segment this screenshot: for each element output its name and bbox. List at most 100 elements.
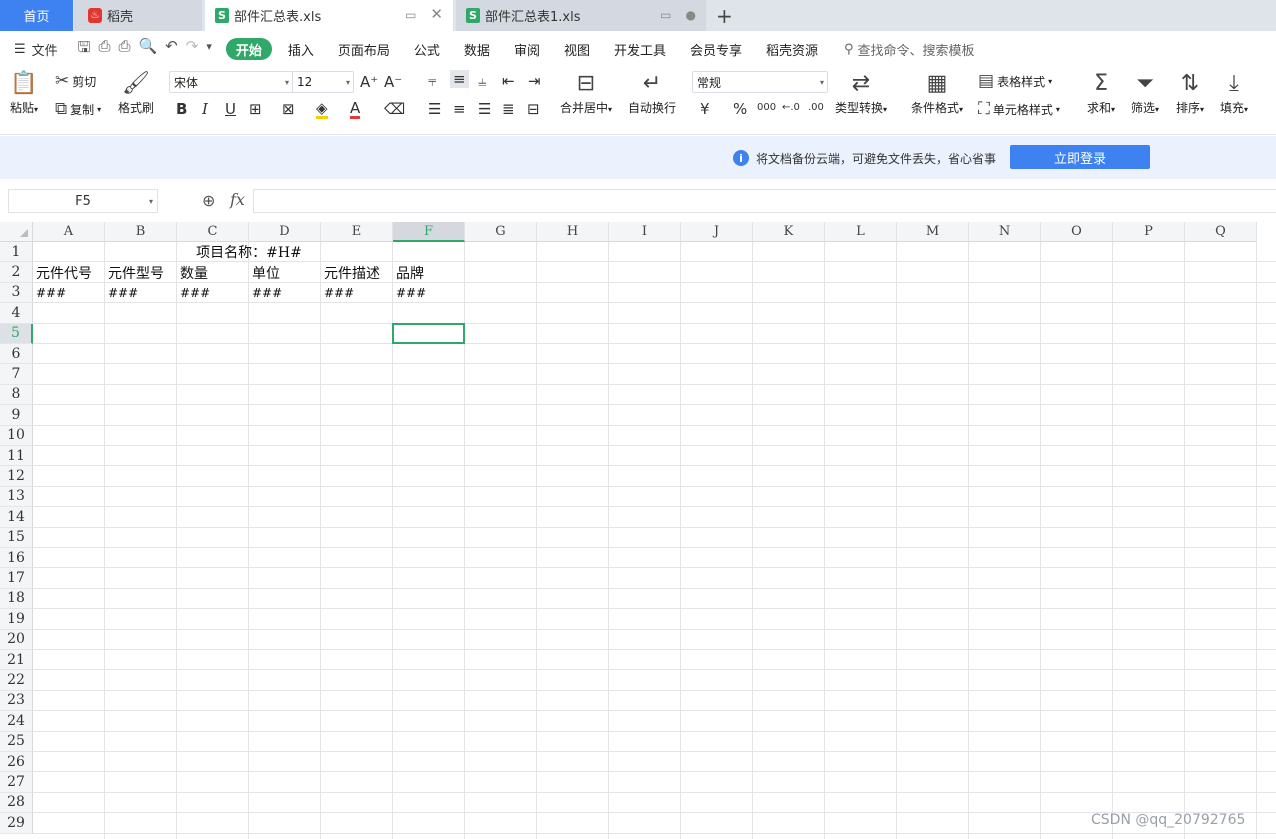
sort-button[interactable]: ⇅ 排序▾ [1176,69,1204,116]
increase-font-icon[interactable]: A⁺ [360,73,378,91]
zoom-icon[interactable]: ⊕ [202,191,215,210]
row-header-21[interactable]: 21 [0,650,33,671]
column-header-q[interactable]: Q [1185,222,1257,242]
font-color-icon[interactable]: A [350,100,361,119]
header-cell[interactable]: 数量 [177,262,249,282]
column-header-m[interactable]: M [897,222,969,242]
row-header-12[interactable]: 12 [0,466,33,487]
font-size-select[interactable]: 12 ▾ [292,71,354,93]
column-header-e[interactable]: E [321,222,393,242]
row-header-6[interactable]: 6 [0,344,33,365]
save-icon[interactable]: 🖫 [78,37,91,62]
row-header-15[interactable]: 15 [0,527,33,548]
decrease-font-icon[interactable]: A⁻ [384,73,402,91]
login-button[interactable]: 立即登录 [1010,145,1150,169]
fill-color-icon[interactable]: ◈ [316,100,328,119]
table-style-button[interactable]: ▤ 表格样式 ▾ [978,73,1052,90]
row-header-18[interactable]: 18 [0,588,33,610]
tab-developer[interactable]: 开发工具 [602,40,678,59]
border-icon[interactable]: ⊞ [249,100,262,118]
monitor-icon[interactable]: ▭ [405,8,416,23]
column-header-d[interactable]: D [249,222,321,242]
column-header-i[interactable]: I [609,222,681,242]
data-cell[interactable]: ### [177,283,249,303]
row-header-2[interactable]: 2 [0,262,33,283]
formula-input[interactable] [253,189,1276,213]
tab-file-2[interactable]: S 部件汇总表1.xls ▭ ● [456,0,706,31]
row-header-24[interactable]: 24 [0,711,33,732]
align-left-icon[interactable]: ☰ [428,100,441,118]
row-header-7[interactable]: 7 [0,364,33,385]
row-header-4[interactable]: 4 [0,303,33,324]
row-header-29[interactable]: 29 [0,813,33,834]
align-top-icon[interactable]: ⫧ [428,72,436,90]
tab-formulas[interactable]: 公式 [402,40,452,59]
row-header-11[interactable]: 11 [0,446,33,467]
header-cell[interactable]: 元件型号 [105,262,177,282]
filter-button[interactable]: ⏷ 筛选▾ [1131,69,1159,116]
command-search[interactable]: ⚲ 查找命令、搜索模板 [844,40,975,59]
thousands-icon[interactable]: 000 [757,102,776,113]
row-header-16[interactable]: 16 [0,548,33,569]
row-header-10[interactable]: 10 [0,425,33,446]
row-header-13[interactable]: 13 [0,486,33,508]
merge-center-button[interactable]: ⊟ 合并居中▾ [560,69,612,116]
column-header-p[interactable]: P [1113,222,1185,242]
row-header-23[interactable]: 23 [0,690,33,712]
header-cell[interactable]: 单位 [249,262,321,282]
column-header-k[interactable]: K [753,222,825,242]
row-header-17[interactable]: 17 [0,568,33,589]
redo-icon[interactable]: ↷ [186,37,199,62]
indent-icon[interactable]: ⇥ [528,72,541,90]
row-header-25[interactable]: 25 [0,731,33,752]
new-tab-plus-icon[interactable]: + [716,4,733,28]
align-center-icon[interactable]: ≡ [453,100,466,118]
percent-icon[interactable]: % [733,100,747,118]
column-header-n[interactable]: N [969,222,1041,242]
tab-member[interactable]: 会员专享 [678,40,754,59]
header-cell[interactable]: 品牌 [393,262,465,282]
spreadsheet-grid[interactable]: A B C D E F G H I J K L M N O P Q 1 2 3 4 5 6 7 8 9 10 11 12 13 14 15 16… [0,222,1276,839]
column-header-b[interactable]: B [105,222,177,242]
column-header-c[interactable]: C [177,222,249,242]
cut-button[interactable]: ✂ 剪切 [55,73,96,90]
cell-fill-pattern-icon[interactable]: ⊠ [282,100,295,118]
tab-data[interactable]: 数据 [452,40,502,59]
data-cell[interactable]: ### [393,283,465,303]
number-format-select[interactable]: 常规 ▾ [692,71,828,93]
outdent-icon[interactable]: ⇤ [502,72,515,90]
justify-icon[interactable]: ≣ [502,100,515,118]
align-bottom-icon[interactable]: ⫨ [478,72,486,90]
tab-page-layout[interactable]: 页面布局 [326,40,402,59]
format-painter-button[interactable]: 🖌 格式刷 [118,69,154,116]
row-header-14[interactable]: 14 [0,507,33,528]
row-header-9[interactable]: 9 [0,405,33,426]
font-name-select[interactable]: 宋体 ▾ [169,71,293,93]
row-header-1[interactable]: 1 [0,242,33,263]
italic-icon[interactable]: I [202,100,208,118]
name-box[interactable]: F5 ▾ [8,189,158,213]
currency-icon[interactable]: ¥ [700,100,710,118]
row-header-26[interactable]: 26 [0,752,33,773]
header-cell[interactable]: 元件描述 [321,262,393,282]
print-preview-icon[interactable]: 🔍 [138,37,157,62]
row-header-27[interactable]: 27 [0,772,33,793]
paste-button[interactable]: 📋 粘贴▾ [10,69,38,116]
row-header-20[interactable]: 20 [0,629,33,650]
undo-icon[interactable]: ↶ [165,37,178,62]
type-convert-button[interactable]: ⇄ 类型转换▾ [835,69,887,116]
increase-decimal-icon[interactable]: ←.0 [782,102,800,113]
tab-review[interactable]: 审阅 [502,40,552,59]
select-all-corner[interactable] [0,222,33,242]
bold-icon[interactable]: B [176,100,187,118]
fx-icon[interactable]: fx [230,190,245,209]
column-header-l[interactable]: L [825,222,897,242]
decrease-decimal-icon[interactable]: .00 [808,102,824,113]
column-header-f[interactable]: F [393,222,465,242]
header-cell[interactable]: 元件代号 [33,262,105,282]
column-header-a[interactable]: A [33,222,105,242]
data-cell[interactable]: ### [321,283,393,303]
tab-home[interactable]: 首页 [0,0,73,31]
file-menu[interactable]: ☰ 文件 [14,40,58,59]
row-header-8[interactable]: 8 [0,384,33,406]
